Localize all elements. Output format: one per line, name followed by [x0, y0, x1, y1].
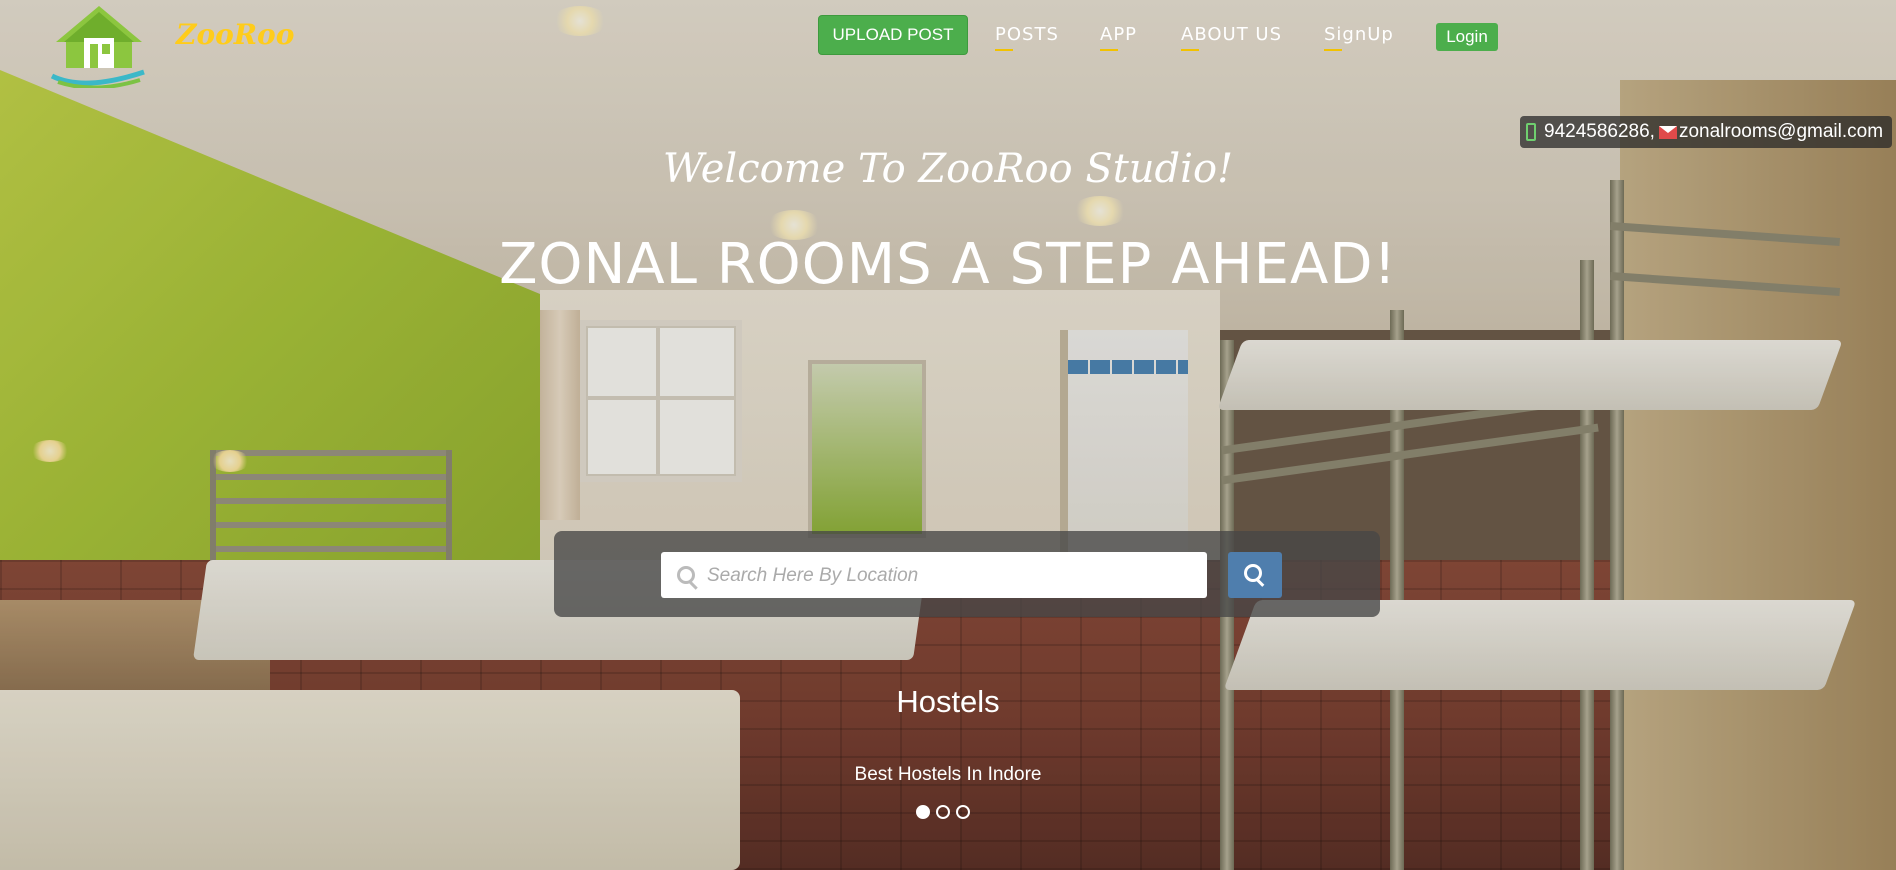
nav-link-label: APP [1100, 24, 1138, 45]
carousel-dot[interactable] [916, 805, 930, 819]
login-button[interactable]: Login [1436, 23, 1498, 51]
contact-phone[interactable]: 9424586286, [1544, 121, 1655, 143]
nav-link-label: ABOUT US [1181, 24, 1283, 45]
search-field[interactable] [661, 552, 1207, 600]
carousel-subtitle: Best Hostels In Indore [854, 764, 1042, 785]
nav-link-signup[interactable]: SignUp [1324, 24, 1394, 51]
nav-link-posts[interactable]: POSTS [995, 24, 1059, 51]
brand-name[interactable]: ZooRoo [176, 18, 294, 51]
house-logo-icon[interactable] [44, 2, 154, 90]
carousel-dot[interactable] [936, 805, 950, 819]
search-icon [677, 566, 695, 584]
hero-headline: ZONAL ROOMS A STEP AHEAD! [499, 232, 1397, 297]
carousel-indicators [916, 805, 970, 819]
nav-link-label: SignUp [1324, 24, 1394, 45]
carousel-dot[interactable] [956, 805, 970, 819]
search-button[interactable] [1228, 552, 1282, 598]
search-icon [1244, 564, 1262, 582]
search-input[interactable] [705, 552, 1199, 600]
upload-post-button[interactable]: UPLOAD POST [818, 15, 968, 55]
nav-link-about-us[interactable]: ABOUT US [1181, 24, 1283, 51]
mail-icon [1658, 125, 1677, 139]
nav-link-app[interactable]: APP [1100, 24, 1138, 51]
top-navbar: ZooRoo UPLOAD POST POSTS APP ABOUT US Si… [0, 0, 1896, 90]
welcome-heading: Welcome To ZooRoo Studio! [662, 146, 1234, 192]
phone-icon [1526, 123, 1536, 141]
carousel-title: Hostels [896, 684, 1000, 719]
contact-email[interactable]: zonalrooms@gmail.com [1679, 121, 1883, 143]
nav-link-label: POSTS [995, 24, 1059, 45]
contact-badge: 9424586286, zonalrooms@gmail.com [1520, 116, 1892, 148]
